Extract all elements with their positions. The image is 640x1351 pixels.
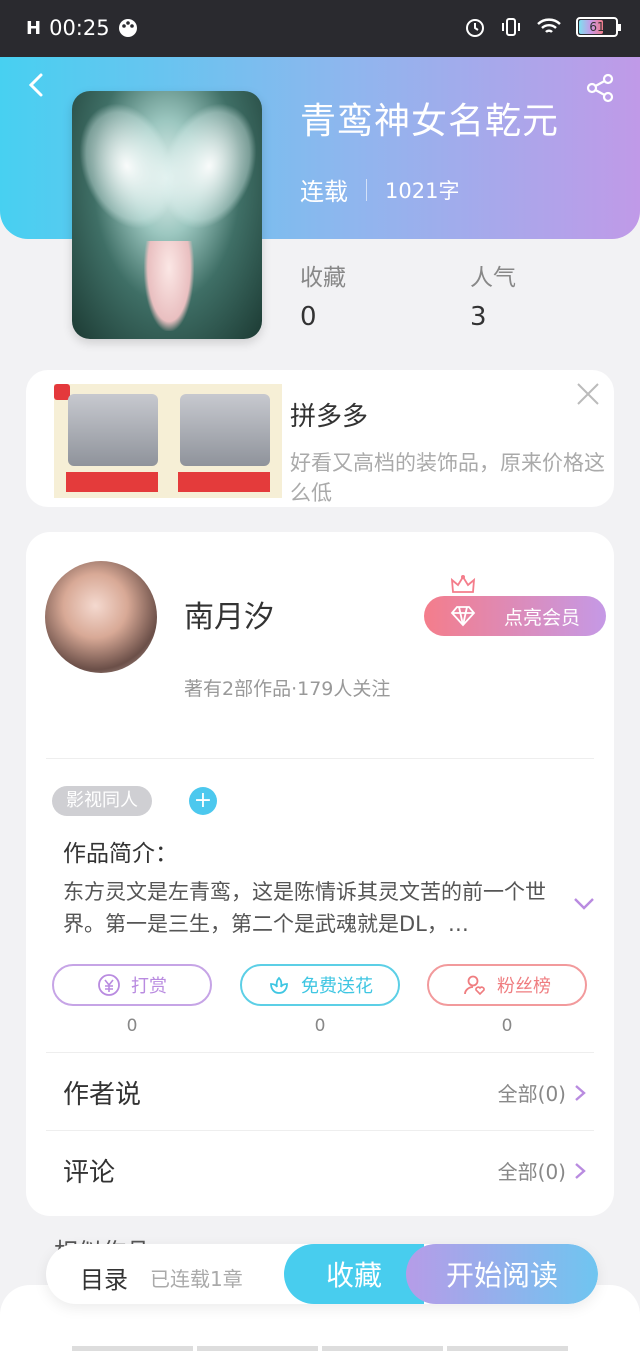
author-notes-link[interactable]: 全部(0) bbox=[498, 1078, 588, 1107]
bottom-action-bar: 目录 已连载1章 收藏 开始阅读 bbox=[46, 1244, 598, 1304]
battery-icon: 61 bbox=[576, 17, 621, 37]
vibrate-icon bbox=[502, 18, 520, 36]
status-time: 00:25 bbox=[49, 16, 110, 40]
fan-rank-count: 0 bbox=[501, 1016, 513, 1036]
author-info: 著有2部作品·179人关注 bbox=[184, 678, 391, 700]
book-status: 连载 bbox=[300, 178, 348, 206]
genre-tag[interactable]: 影视同人 bbox=[52, 786, 152, 816]
author-name[interactable]: 南月汐 bbox=[184, 592, 274, 636]
battery-level: 61 bbox=[589, 20, 605, 34]
ad-product-image bbox=[68, 394, 158, 466]
comments-row[interactable]: 评论 全部(0) bbox=[63, 1152, 588, 1189]
chevron-right-icon bbox=[575, 1084, 586, 1101]
ad-product-image bbox=[180, 394, 270, 466]
vip-label: 点亮会员 bbox=[503, 606, 580, 629]
ad-banner[interactable]: 拼多多 好看又高档的装饰品，原来价格这么低 bbox=[26, 370, 614, 507]
palette-icon bbox=[118, 19, 137, 37]
chevron-right-icon bbox=[575, 1162, 586, 1179]
book-meta: 连载 1021字 bbox=[300, 172, 459, 207]
chevron-down-icon[interactable] bbox=[572, 894, 596, 912]
divider bbox=[46, 758, 594, 759]
share-icon[interactable] bbox=[584, 72, 616, 104]
author-avatar[interactable] bbox=[45, 561, 157, 673]
vip-button[interactable]: 点亮会员 bbox=[424, 596, 606, 636]
stat-popularity: 人气 3 bbox=[470, 258, 516, 332]
book-cover[interactable] bbox=[72, 91, 262, 339]
cover-art bbox=[144, 241, 194, 331]
collect-button[interactable]: 收藏 bbox=[284, 1244, 424, 1304]
reward-button[interactable]: 打赏 bbox=[52, 964, 212, 1006]
comments-link[interactable]: 全部(0) bbox=[498, 1156, 588, 1185]
wifi-icon bbox=[537, 18, 561, 33]
alarm-icon bbox=[466, 19, 484, 37]
stat-favorites: 收藏 0 bbox=[300, 258, 346, 332]
comments-title: 评论 bbox=[63, 1158, 116, 1188]
book-detail-card: 南月汐 点亮会员 著有2部作品·179人关注 影视同人 + 作品简介： 东方灵文… bbox=[26, 532, 614, 1216]
stat-value: 0 bbox=[300, 302, 317, 332]
ad-image bbox=[54, 384, 282, 498]
book-word-count: 1021字 bbox=[385, 178, 460, 203]
coin-icon bbox=[98, 974, 120, 996]
divider bbox=[366, 178, 367, 201]
ad-title: 拼多多 bbox=[290, 402, 369, 432]
diamond-icon bbox=[450, 606, 476, 627]
back-icon[interactable] bbox=[22, 70, 52, 100]
send-flower-button[interactable]: 免费送花 bbox=[240, 964, 400, 1006]
author-notes-row[interactable]: 作者说 全部(0) bbox=[63, 1074, 588, 1111]
stat-label: 收藏 bbox=[300, 265, 346, 291]
user-heart-icon bbox=[464, 975, 485, 996]
reward-label: 打赏 bbox=[131, 976, 167, 997]
author-notes-count: 全部(0) bbox=[497, 1082, 566, 1106]
ad-price-tag bbox=[66, 472, 158, 492]
network-indicator: H bbox=[26, 17, 42, 39]
intro-text: 东方灵文是左青鸾，这是陈情诉其灵文苦的前一个世界。第一是三生，第二个是武魂就是D… bbox=[63, 880, 546, 936]
fan-rank-label: 粉丝榜 bbox=[497, 976, 551, 997]
reward-count: 0 bbox=[126, 1016, 138, 1036]
book-title: 青鸾神女名乾元 bbox=[300, 101, 560, 142]
fan-rank-button[interactable]: 粉丝榜 bbox=[427, 964, 587, 1006]
stat-value: 3 bbox=[470, 302, 487, 332]
toc-button[interactable]: 目录 bbox=[80, 1260, 128, 1295]
divider bbox=[46, 1130, 594, 1131]
author-notes-title: 作者说 bbox=[63, 1080, 142, 1110]
divider bbox=[46, 1052, 594, 1053]
add-tag-button[interactable]: + bbox=[189, 787, 217, 815]
status-bar: H 00:25 61 bbox=[0, 0, 640, 57]
ad-description: 好看又高档的装饰品，原来价格这么低 bbox=[290, 451, 605, 505]
ad-price-tag bbox=[178, 472, 270, 492]
flower-count: 0 bbox=[314, 1016, 326, 1036]
chapter-count: 已连载1章 bbox=[150, 1267, 243, 1291]
send-flower-label: 免费送花 bbox=[301, 976, 373, 997]
start-reading-button[interactable]: 开始阅读 bbox=[406, 1244, 598, 1304]
crown-icon bbox=[450, 575, 476, 593]
close-icon[interactable] bbox=[574, 380, 602, 408]
intro-title: 作品简介： bbox=[63, 841, 178, 867]
stat-label: 人气 bbox=[470, 265, 516, 291]
comments-count: 全部(0) bbox=[497, 1160, 566, 1184]
flower-icon bbox=[270, 976, 288, 994]
similar-works-placeholder bbox=[72, 1346, 568, 1351]
